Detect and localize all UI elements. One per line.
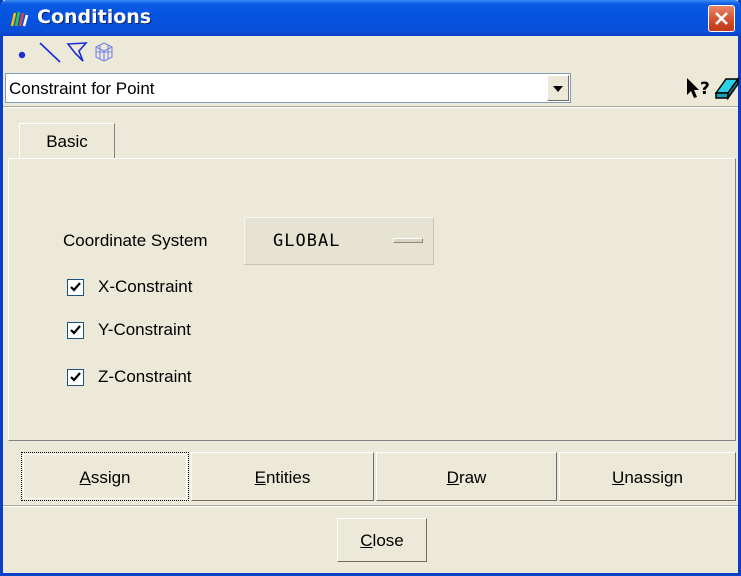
window-title: Conditions <box>37 6 152 28</box>
eraser-icon[interactable] <box>713 75 741 101</box>
draw-button-label: Draw <box>446 468 487 487</box>
coordinate-system-value: GLOBAL <box>273 231 341 251</box>
window-close-button[interactable] <box>708 5 735 32</box>
entity-type-toolbar <box>3 36 738 70</box>
svg-text:?: ? <box>700 79 710 99</box>
entities-button-label: Entities <box>254 468 311 487</box>
tab-basic[interactable]: Basic <box>19 123 115 159</box>
coordinate-system-label: Coordinate System <box>63 231 208 250</box>
chevron-down-icon[interactable] <box>547 75 569 101</box>
surface-icon[interactable] <box>64 39 90 65</box>
checkbox-checked-icon[interactable] <box>67 279 84 296</box>
tab-basic-label: Basic <box>46 132 88 151</box>
app-icon <box>10 11 29 27</box>
action-button-row: Assign Entities Draw Unassign <box>21 452 736 501</box>
assign-button-label: Assign <box>79 468 131 487</box>
assign-button[interactable]: Assign <box>21 452 189 501</box>
close-icon <box>715 12 728 25</box>
conditions-window: Conditions Constraint for Point ? Basic … <box>0 0 741 576</box>
condition-select[interactable]: Constraint for Point <box>5 73 571 103</box>
option-menu-indicator-icon <box>393 238 423 243</box>
footer-divider <box>3 505 738 507</box>
title-bar[interactable]: Conditions <box>0 0 741 36</box>
entities-button[interactable]: Entities <box>191 452 374 501</box>
unassign-button-label: Unassign <box>612 468 683 487</box>
line-icon[interactable] <box>37 39 63 65</box>
z-constraint-label: Z-Constraint <box>98 367 192 386</box>
draw-button[interactable]: Draw <box>376 452 557 501</box>
coordinate-system-option-menu[interactable]: GLOBAL <box>244 217 434 265</box>
y-constraint-label: Y-Constraint <box>98 320 191 339</box>
point-icon[interactable] <box>9 39 35 65</box>
close-button[interactable]: Close <box>337 518 427 562</box>
close-button-label: Close <box>360 531 404 550</box>
condition-select-value: Constraint for Point <box>9 79 155 98</box>
basic-tab-panel <box>8 158 736 441</box>
unassign-button[interactable]: Unassign <box>559 452 736 501</box>
context-help-icon[interactable]: ? <box>685 75 715 101</box>
volume-icon[interactable] <box>91 39 117 65</box>
checkbox-checked-icon[interactable] <box>67 322 84 339</box>
checkbox-checked-icon[interactable] <box>67 369 84 386</box>
toolbar-divider <box>3 106 738 108</box>
x-constraint-label: X-Constraint <box>98 277 193 296</box>
